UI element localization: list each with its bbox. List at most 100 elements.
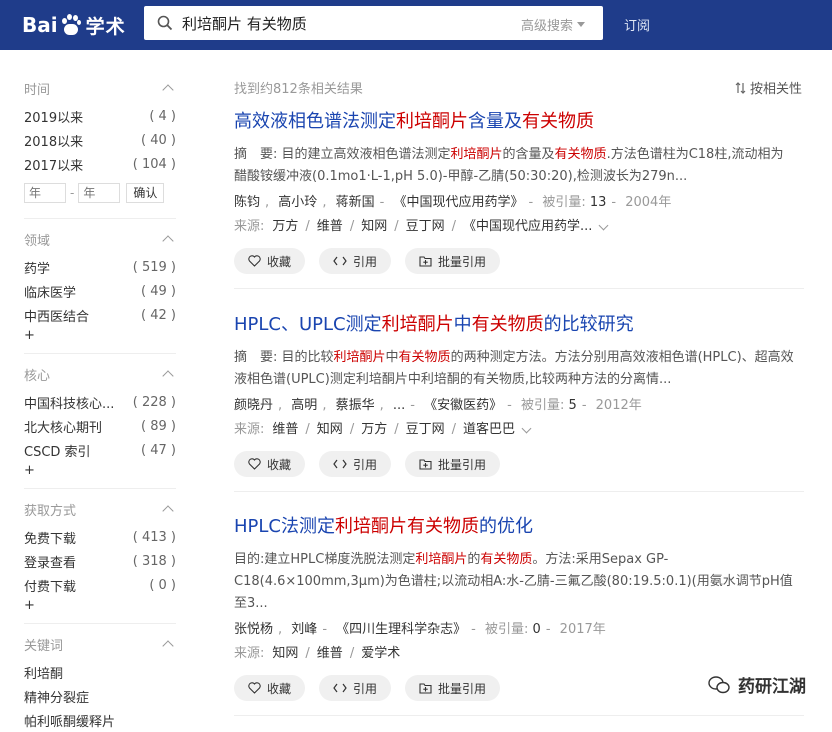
source-link[interactable]: 爱学术 (361, 643, 400, 665)
facet-item-label: 中西医结合 (24, 309, 90, 325)
author-link[interactable]: 张悦杨 (234, 622, 273, 637)
cited-count[interactable]: 13 (590, 195, 607, 210)
cite-button[interactable]: 引用 (319, 451, 392, 477)
result-abstract: 目的:建立HPLC梯度洗脱法测定利培酮片的有关物质。方法:采用Sepax GP-… (234, 549, 796, 615)
facet-item-label: 药学 (24, 261, 51, 277)
chevron-up-icon[interactable] (162, 235, 174, 247)
year-to-input[interactable] (78, 183, 121, 203)
source-link[interactable]: 知网 (361, 216, 387, 238)
expand-more-button[interactable]: + (24, 327, 176, 349)
collect-button[interactable]: 收藏 (234, 451, 306, 477)
facet-item-count: ( 0 ) (149, 577, 176, 593)
facet-item[interactable]: 登录查看 ( 318 ) (24, 549, 176, 573)
confirm-button[interactable]: 确认 (126, 183, 165, 203)
cite-label: 引用 (353, 457, 378, 472)
author-link[interactable]: 蒋新国 (336, 195, 375, 210)
source-label: 来源: (234, 646, 265, 661)
facet-title: 核心 (24, 368, 51, 384)
collect-label: 收藏 (267, 457, 292, 472)
logo-text-xueshu: 学术 (85, 15, 126, 38)
facet-title: 获取方式 (24, 503, 77, 519)
batch-cite-button[interactable]: 批量引用 (405, 675, 501, 701)
source-link[interactable]: 豆丁网 (406, 419, 445, 441)
facet-item[interactable]: 中国科技核心... ( 228 ) (24, 390, 176, 414)
facet-item[interactable]: 药学 ( 519 ) (24, 255, 176, 279)
chevron-up-icon[interactable] (162, 370, 174, 382)
subscribe-link[interactable]: 订阅 (624, 15, 650, 34)
facet-item[interactable]: 2017以来 ( 104 ) (24, 152, 176, 176)
batch-cite-button[interactable]: 批量引用 (405, 248, 501, 274)
facet-keywords-header[interactable]: 关键词 (24, 634, 176, 654)
chevron-up-icon[interactable] (162, 640, 174, 652)
cite-button[interactable]: 引用 (319, 675, 392, 701)
facet-item[interactable]: 中西医结合 ( 42 ) (24, 303, 176, 327)
year-range: - 确认 (24, 180, 176, 206)
source-link[interactable]: 万方 (272, 216, 298, 238)
expand-more-button[interactable]: + (24, 462, 176, 484)
keyword-item[interactable]: 帕利哌酮缓释片 (24, 708, 176, 732)
collect-label: 收藏 (267, 254, 292, 269)
author-link[interactable]: 蔡振华 (336, 398, 375, 413)
facet-item[interactable]: 北大核心期刊 ( 89 ) (24, 414, 176, 438)
result-title-link[interactable]: HPLC、UPLC测定利培酮片中有关物质的比较研究 (234, 313, 804, 337)
source-link[interactable]: 豆丁网 (406, 216, 445, 238)
advanced-search-dropdown[interactable]: 高级搜索 (521, 15, 585, 34)
source-link[interactable]: 维普 (272, 419, 298, 441)
abstract-highlight: 利培酮片 (415, 552, 468, 567)
facet-item-count: ( 89 ) (141, 418, 176, 434)
batch-cite-button[interactable]: 批量引用 (405, 451, 501, 477)
source-link[interactable]: 维普 (317, 216, 343, 238)
year-from-input[interactable] (24, 183, 66, 203)
abstract-highlight: 利培酮片 (333, 350, 386, 365)
source-link[interactable]: 维普 (317, 643, 343, 665)
chevron-down-icon[interactable] (598, 220, 609, 230)
collect-button[interactable]: 收藏 (234, 675, 306, 701)
batch-cite-label: 批量引用 (438, 457, 487, 472)
facet-item[interactable]: 2018以来 ( 40 ) (24, 128, 176, 152)
source-link[interactable]: 知网 (317, 419, 343, 441)
facet-time-header[interactable]: 时间 (24, 78, 176, 98)
facet-item-label: 2017以来 (24, 158, 84, 174)
source-link[interactable]: 万方 (361, 419, 387, 441)
facet-item[interactable]: 2019以来 ( 4 ) (24, 104, 176, 128)
result-meta: 陈钧, 高小玲, 蒋新国 - 《中国现代应用药学》 - 被引量: 13- 2004年 (234, 195, 672, 210)
result-title-link[interactable]: HPLC法测定利培酮片有关物质的优化 (234, 515, 804, 539)
keyword-label: 帕利哌酮缓释片 (24, 714, 116, 730)
source-label: 来源: (234, 219, 265, 234)
facet-field-header[interactable]: 领域 (24, 229, 176, 249)
baidu-scholar-logo[interactable]: Bai 学术 (22, 10, 126, 40)
author-link[interactable]: 刘峰 (291, 622, 317, 637)
facet-item[interactable]: CSCD 索引 ( 47 ) (24, 438, 176, 462)
author-link[interactable]: 陈钧 (234, 195, 260, 210)
keyword-item[interactable]: 精神分裂症 (24, 684, 176, 708)
keyword-item[interactable]: 利培酮 (24, 660, 176, 684)
chevron-up-icon[interactable] (162, 505, 174, 517)
search-input[interactable] (182, 6, 502, 40)
source-link[interactable]: 知网 (272, 643, 298, 665)
result-title-link[interactable]: 高效液相色谱法测定利培酮片含量及有关物质 (234, 110, 804, 134)
facet-access-header[interactable]: 获取方式 (24, 499, 176, 519)
chevron-up-icon[interactable] (162, 84, 174, 96)
facet-core-header[interactable]: 核心 (24, 364, 176, 384)
facet-item[interactable]: 免费下载 ( 413 ) (24, 525, 176, 549)
source-link[interactable]: 道客巴巴 (463, 419, 515, 441)
author-link[interactable]: 高明 (291, 398, 317, 413)
journal-link[interactable]: 《中国现代应用药学》 (393, 195, 523, 210)
sort-by-relevance[interactable]: 按相关性 (735, 78, 802, 97)
journal-link[interactable]: 《安徽医药》 (424, 398, 502, 413)
chevron-down-icon[interactable] (521, 423, 532, 433)
author-link[interactable]: 高小玲 (278, 195, 317, 210)
cited-count[interactable]: 0 (533, 622, 541, 637)
result-meta: 张悦杨, 刘峰 - 《四川生理科学杂志》 - 被引量: 0- 2017年 (234, 622, 606, 637)
expand-more-button[interactable]: + (24, 597, 176, 619)
source-link[interactable]: 《中国现代应用药学... (463, 216, 592, 238)
collect-button[interactable]: 收藏 (234, 248, 306, 274)
journal-link[interactable]: 《四川生理科学杂志》 (336, 622, 466, 637)
cite-label: 引用 (353, 681, 378, 696)
facet-item[interactable]: 临床医学 ( 49 ) (24, 279, 176, 303)
cite-button[interactable]: 引用 (319, 248, 392, 274)
author-link[interactable]: 颜晓丹 (234, 398, 273, 413)
cited-count[interactable]: 5 (569, 398, 577, 413)
facet-title: 关键词 (24, 638, 64, 654)
facet-item[interactable]: 付费下载 ( 0 ) (24, 573, 176, 597)
